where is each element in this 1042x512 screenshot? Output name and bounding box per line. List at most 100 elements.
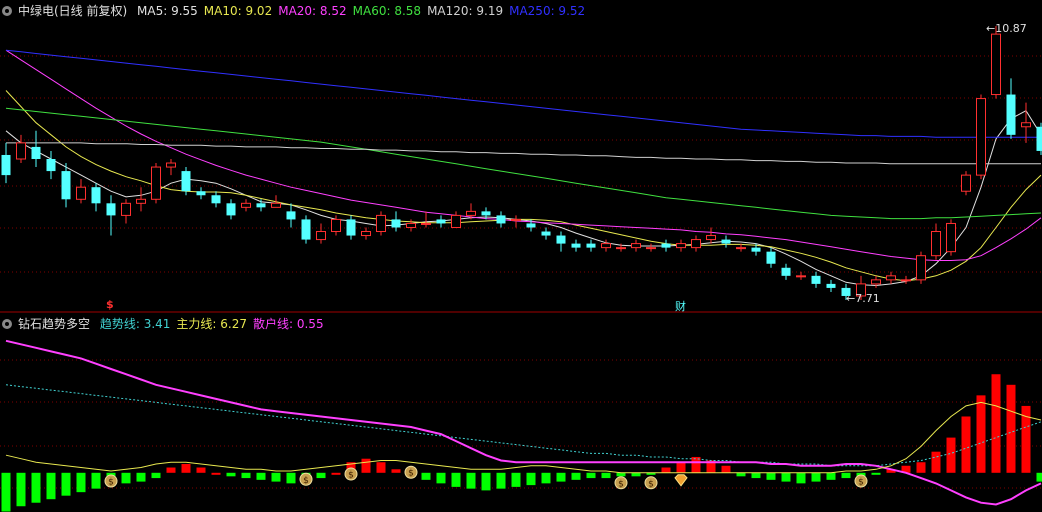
bear-bar: [541, 472, 551, 484]
candle-body-up: [931, 231, 941, 257]
candle-body-down: [811, 275, 821, 284]
retail-line: [5, 339, 1042, 506]
bear-bar: [736, 472, 746, 477]
candle-body-up: [316, 231, 326, 241]
candle-body-down: [1036, 126, 1042, 151]
candle-body-up: [631, 243, 641, 249]
bear-bar: [841, 472, 851, 479]
candle-body-down: [481, 211, 491, 216]
bull-bar: [976, 395, 986, 473]
candle-body-down: [526, 223, 536, 228]
candle-body-up: [16, 142, 26, 160]
candle-body-down: [661, 243, 671, 248]
ind-item-0: 趋势线: 3.41: [99, 317, 171, 331]
diamond-icon: [674, 474, 688, 487]
candle-body-up: [601, 243, 611, 249]
ma-item-0: MA5: 9.55: [137, 4, 198, 18]
candle-body-up: [616, 247, 626, 250]
dollar-marker[interactable]: $: [106, 298, 114, 311]
bull-bar: [916, 462, 926, 473]
candle-body-up: [76, 186, 86, 200]
bear-bar: [16, 472, 26, 507]
candle-body-down: [211, 195, 221, 204]
candle-body-down: [61, 171, 71, 200]
candle-body-up: [406, 222, 416, 228]
candle-body-up: [166, 162, 176, 168]
candle-body-up: [121, 202, 131, 216]
ma-item-3: MA60: 8.58: [352, 4, 422, 18]
bear-bar: [511, 472, 521, 487]
bull-bar: [376, 462, 386, 473]
candle-body-up: [691, 239, 701, 249]
bull-bar: [1021, 405, 1031, 473]
candle-body-up: [916, 255, 926, 281]
money-bag-symbol: $: [108, 478, 114, 488]
candle-body-up: [241, 202, 251, 208]
bear-bar: [466, 472, 476, 489]
ma5-line: [5, 110, 1042, 287]
bear-bar: [256, 472, 266, 480]
bull-bar: [946, 437, 956, 473]
candle-body-up: [796, 275, 806, 278]
candle-body-up: [151, 166, 161, 200]
candle-body-down: [226, 203, 236, 216]
bear-bar: [601, 472, 611, 479]
candle-body-up: [871, 279, 881, 285]
candle-body-down: [196, 191, 206, 196]
ind-item-1: 主力线: 6.27: [176, 317, 247, 331]
bull-bar: [391, 469, 401, 473]
ma120-line: [6, 142, 1041, 165]
bear-bar: [871, 472, 881, 475]
bear-bar: [226, 472, 236, 477]
candle-body-down: [556, 235, 566, 244]
ma-item-1: MA10: 9.02: [203, 4, 273, 18]
bear-bar: [436, 472, 446, 484]
bear-bar: [1036, 472, 1042, 482]
money-bag-symbol: $: [858, 478, 864, 488]
bear-bar: [61, 472, 71, 496]
bear-bar: [826, 472, 836, 480]
candle-body-up: [991, 33, 1001, 96]
candle-body-up: [421, 222, 431, 225]
candle-body-down: [436, 219, 446, 224]
settings-gear-icon[interactable]: [2, 5, 12, 16]
candle-body-up: [901, 279, 911, 282]
bear-bar: [31, 472, 41, 503]
bear-bar: [46, 472, 56, 500]
candle-body-up: [271, 202, 281, 208]
candle-body-down: [286, 211, 296, 220]
bull-bar: [361, 458, 371, 473]
bear-bar: [76, 472, 86, 493]
candle-body-up: [136, 198, 146, 204]
money-bag-symbol: $: [648, 479, 654, 489]
ma-item-4: MA120: 9.19: [427, 4, 504, 18]
candle-body-down: [301, 219, 311, 240]
bull-bar: [1006, 384, 1016, 473]
bull-bar: [931, 451, 941, 473]
bull-bar: [166, 467, 176, 473]
candle-body-down: [46, 159, 56, 172]
bear-bar: [781, 472, 791, 482]
ma-item-5: MA250: 9.52: [509, 4, 586, 18]
bear-bar: [796, 472, 806, 484]
bear-bar: [91, 472, 101, 489]
bear-bar: [421, 472, 431, 480]
ma-item-2: MA20: 8.52: [278, 4, 347, 18]
candle-body-down: [181, 171, 191, 192]
bear-bar: [1, 472, 11, 512]
bear-bar: [556, 472, 566, 482]
candle-body-up: [946, 222, 956, 253]
stock-chart-canvas[interactable]: $ $ $ $ $ $ $: [0, 0, 1042, 512]
finance-marker[interactable]: 财: [675, 298, 686, 314]
candle-body-down: [586, 243, 596, 248]
candle-body-down: [346, 219, 356, 236]
indicator-gear-icon[interactable]: [2, 318, 12, 329]
indicator-legend: 趋势线: 3.41 主力线: 6.27 散户线: 0.55: [100, 317, 330, 331]
stock-title: 中绿电(日线 前复权): [18, 4, 128, 18]
candle-body-down: [751, 247, 761, 252]
candle-body-down: [391, 219, 401, 228]
candle-body-down: [826, 283, 836, 288]
ma-legend: MA5: 9.55 MA10: 9.02 MA20: 8.52 MA60: 8.58 M…: [137, 4, 591, 18]
money-bag-symbol: $: [618, 479, 624, 489]
bull-bar: [211, 472, 221, 475]
